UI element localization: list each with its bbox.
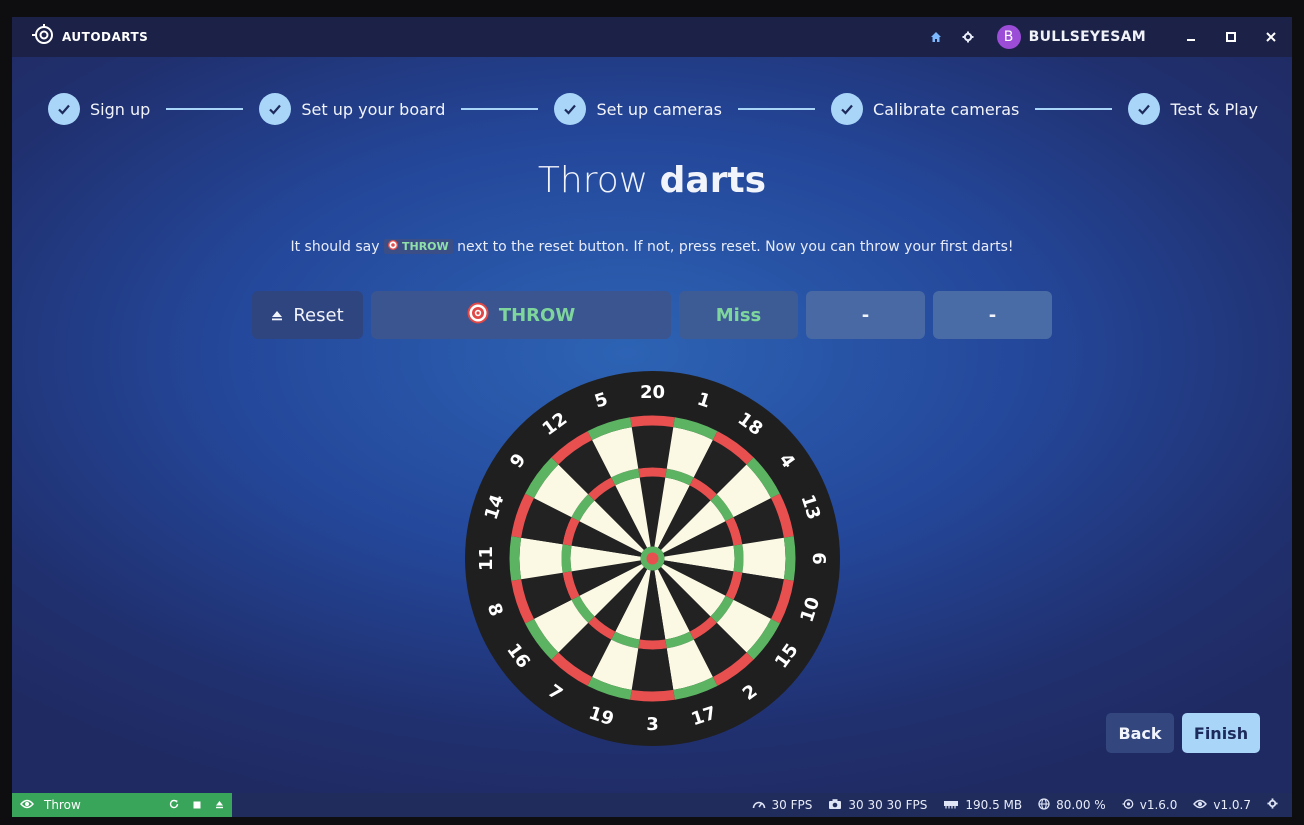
titlebar: AUTODARTS B BULLSEYESAM (12, 17, 1292, 57)
speedometer-icon (752, 798, 766, 813)
status-bar: Throw 30 FPS 30 30 30 FPS 190.5 MB 80.00… (12, 793, 1292, 817)
segment-single-outer-11[interactable] (519, 537, 563, 580)
board-number-6: 6 (808, 552, 829, 565)
board-number-3: 3 (646, 714, 659, 735)
finish-button[interactable]: Finish (1182, 713, 1260, 753)
minimize-icon[interactable] (1182, 28, 1200, 46)
title-bold: darts (659, 160, 767, 201)
fps-indicator: 30 FPS (752, 798, 813, 813)
step-test-and-play[interactable]: Test & Play (1128, 93, 1258, 125)
memory-icon (943, 799, 959, 812)
board-version-value: v1.0.7 (1213, 798, 1251, 812)
mode-indicator: Throw (12, 793, 232, 817)
check-icon (48, 93, 80, 125)
step-connector (461, 108, 539, 110)
autodarts-logo-icon (1122, 798, 1134, 813)
check-icon (1128, 93, 1161, 125)
segment-single-outer-20[interactable] (631, 425, 674, 469)
cpu-value: 80.00 % (1056, 798, 1106, 812)
close-icon[interactable] (1262, 28, 1280, 46)
avatar: B (996, 25, 1021, 49)
page-title: Throw darts (12, 160, 1292, 201)
reset-label: Reset (293, 304, 344, 326)
step-label: Set up your board (301, 99, 446, 119)
step-label: Set up cameras (596, 99, 722, 119)
mode-label: Throw (44, 798, 81, 812)
dartboard[interactable]: 20 1 18 4 13 6 10 15 2 17 3 19 7 16 8 11 14 9 12 5 (465, 371, 840, 746)
segment-single-outer-6[interactable] (742, 537, 786, 580)
step-label: Calibrate cameras (873, 99, 1020, 119)
maximize-icon[interactable] (1222, 28, 1240, 46)
check-icon (831, 93, 864, 125)
user-menu[interactable]: B BULLSEYESAM (996, 25, 1146, 49)
app-name: AUTODARTS (62, 30, 149, 44)
stop-icon[interactable] (193, 798, 201, 812)
refresh-icon[interactable] (169, 798, 179, 812)
board-number-20: 20 (640, 382, 665, 403)
segment-single-outer-3[interactable] (631, 648, 674, 692)
camera-fps-indicator: 30 30 30 FPS (828, 798, 927, 813)
gear-icon (1267, 798, 1278, 812)
setup-stepper: Sign up Set up your board Set up cameras… (48, 91, 1258, 127)
step-calibrate-cameras[interactable]: Calibrate cameras (831, 93, 1019, 125)
step-label: Test & Play (1170, 99, 1258, 119)
instructions-before: It should say (290, 239, 380, 255)
step-label: Sign up (90, 99, 151, 119)
step-connector (737, 108, 816, 110)
step-connector (1035, 108, 1113, 110)
eye-icon (20, 798, 34, 812)
username: BULLSEYESAM (1028, 29, 1146, 45)
app-version-value: v1.6.0 (1139, 798, 1178, 812)
settings-gear[interactable] (1267, 798, 1278, 812)
segment-triple-20[interactable] (638, 467, 667, 478)
instructions-after: next to the reset button. If not, press … (457, 239, 1014, 255)
globe-icon (1038, 797, 1050, 813)
check-icon (554, 93, 587, 125)
step-connector (166, 108, 244, 110)
dart-3-score[interactable]: - (933, 291, 1052, 339)
dart-1-score[interactable]: Miss (679, 291, 798, 339)
throw-status-label: THROW (498, 304, 576, 326)
check-icon (259, 93, 292, 125)
camera-icon (828, 798, 842, 813)
memory-value: 190.5 MB (965, 798, 1023, 812)
step-set-up-cameras[interactable]: Set up cameras (554, 93, 722, 125)
fps-value: 30 FPS (771, 798, 813, 812)
segment-triple-6[interactable] (733, 544, 744, 573)
throw-status: THROW (371, 291, 671, 339)
target-icon (387, 239, 398, 253)
dart-2-score[interactable]: - (806, 291, 925, 339)
app-version: v1.6.0 (1122, 798, 1178, 813)
step-set-up-board[interactable]: Set up your board (259, 93, 445, 125)
target-icon (467, 302, 489, 329)
step-sign-up[interactable]: Sign up (48, 93, 150, 125)
board-version: v1.0.7 (1193, 798, 1251, 812)
autodarts-logo-icon (32, 24, 56, 50)
segment-double-3[interactable] (630, 689, 675, 702)
back-button[interactable]: Back (1106, 713, 1174, 753)
segment-double-20[interactable] (630, 415, 675, 428)
title-light: Throw (537, 160, 649, 201)
throw-chip-label: THROW (401, 240, 449, 253)
throw-chip: THROW (383, 239, 453, 254)
bullseye[interactable] (646, 552, 659, 565)
memory-indicator: 190.5 MB (943, 798, 1022, 812)
reset-button[interactable]: Reset (252, 291, 363, 339)
gear-icon[interactable] (959, 28, 977, 46)
app-logo[interactable]: AUTODARTS (32, 24, 148, 50)
segment-triple-11[interactable] (561, 544, 572, 573)
app-window: AUTODARTS B BULLSEYESAM Sign up Set up y… (12, 17, 1292, 817)
segment-double-11[interactable] (509, 536, 522, 581)
eye-icon (1193, 799, 1208, 812)
segment-double-6[interactable] (783, 536, 796, 581)
camera-fps-value: 30 30 30 FPS (848, 798, 928, 812)
home-icon[interactable] (927, 28, 945, 46)
instructions: It should say THROW next to the reset bu… (12, 239, 1292, 255)
cpu-indicator: 80.00 % (1038, 797, 1106, 813)
eject-icon[interactable] (215, 798, 224, 812)
dartboard-svg[interactable]: 20 11841361015217319716811149125 (465, 371, 840, 746)
eject-icon (271, 305, 283, 326)
board-number-11: 11 (476, 546, 497, 571)
segment-triple-3[interactable] (638, 639, 667, 650)
